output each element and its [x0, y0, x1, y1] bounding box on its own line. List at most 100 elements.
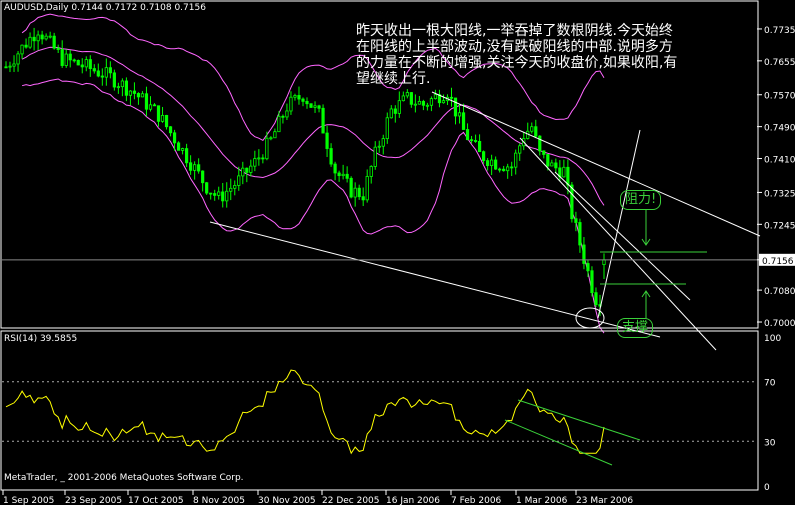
- candle-body: [393, 108, 397, 114]
- candle-body: [40, 34, 44, 40]
- candle-body: [530, 126, 534, 132]
- candle-body: [401, 95, 405, 102]
- price-tick-label: 0.7156: [762, 257, 794, 267]
- candle-body: [241, 167, 245, 177]
- candle-body: [313, 105, 317, 108]
- candle-body: [132, 90, 137, 94]
- rsi-title: RSI(14) 39.5855: [4, 334, 78, 344]
- candle-body: [168, 126, 173, 134]
- candle-body: [469, 139, 474, 142]
- candle-body: [325, 132, 329, 149]
- candle-body: [172, 132, 177, 144]
- candle-body: [185, 148, 189, 164]
- candle-body: [265, 137, 269, 160]
- candle-body: [421, 100, 425, 106]
- candle-body: [164, 114, 169, 128]
- candle-body: [12, 63, 16, 67]
- candle-body: [369, 166, 373, 177]
- time-label: 23 Mar 2006: [576, 496, 633, 505]
- resistance-label: 阻力!: [620, 190, 662, 210]
- candle-body: [120, 80, 124, 88]
- candle-body: [389, 108, 393, 119]
- candle-body: [353, 187, 357, 198]
- candle-body: [16, 53, 20, 65]
- candle-body: [329, 148, 333, 165]
- candle-body: [498, 168, 502, 171]
- candle-body: [261, 157, 265, 160]
- rsi-pane: [2, 369, 757, 466]
- candle-body: [574, 218, 578, 223]
- candle-body: [433, 94, 438, 100]
- candle-body: [490, 159, 494, 167]
- candle-body: [586, 263, 590, 272]
- price-tick-label: 0.7655: [764, 58, 795, 68]
- candle-body: [293, 95, 297, 98]
- candle-body: [237, 175, 241, 186]
- candle-body: [337, 172, 341, 177]
- candle-body: [289, 96, 293, 112]
- candle-body: [197, 164, 201, 172]
- candle-body: [80, 64, 84, 68]
- rsi-channel-upper: [517, 399, 641, 441]
- candle-body: [413, 103, 417, 106]
- analysis-note: 昨天收出一根大阳线,一举吞掉了数根阴线.今天始终在阳线的上半部波动,没有跌破阳线…: [356, 23, 678, 87]
- candle-body: [542, 150, 546, 155]
- candle-body: [285, 110, 289, 118]
- candle-body: [72, 59, 76, 62]
- candle-body: [52, 35, 56, 49]
- candle-body: [486, 160, 490, 167]
- price-tick-label: 0.7245: [764, 221, 795, 231]
- candle-body: [477, 141, 482, 153]
- candle-body: [277, 115, 281, 133]
- candle-body: [233, 185, 237, 189]
- chart-title: AUDUSD,Daily 0.7144 0.7172 0.7108 0.7156: [4, 3, 206, 13]
- candle-body: [510, 166, 514, 169]
- candle-body: [397, 100, 401, 114]
- rsi-line: [5, 369, 605, 455]
- candle-body: [377, 145, 381, 148]
- candle-body: [473, 140, 478, 142]
- candle-body: [88, 59, 92, 69]
- candle-body: [229, 187, 233, 192]
- candle-body: [84, 59, 88, 68]
- rsi-level-label: 30: [764, 438, 776, 448]
- candle-body: [64, 53, 68, 66]
- rsi-level-label: 70: [764, 379, 776, 389]
- candle-body: [465, 129, 470, 141]
- candle-body: [245, 167, 249, 173]
- candle-body: [481, 151, 486, 162]
- time-label: 30 Nov 2005: [258, 496, 316, 505]
- candle-body: [20, 44, 24, 55]
- time-label: 1 Mar 2006: [516, 496, 568, 505]
- candle-body: [357, 187, 361, 198]
- candle-body: [56, 47, 60, 50]
- candle-body: [321, 107, 325, 134]
- rsi-channel-lower: [504, 419, 613, 466]
- candle-body: [108, 67, 112, 74]
- candle-body: [441, 100, 446, 104]
- candle-body: [453, 97, 458, 117]
- upper-trendline: [431, 91, 761, 237]
- price-tick-label: 0.7490: [764, 124, 795, 134]
- candle-body: [116, 86, 120, 89]
- candle-body: [28, 36, 32, 48]
- candle-body: [341, 173, 345, 177]
- candle-body: [148, 104, 153, 110]
- candle-body: [373, 146, 377, 167]
- candle-body: [494, 159, 498, 170]
- candle-body: [333, 163, 337, 174]
- rsi-level-label: 0: [764, 483, 770, 493]
- candle-body: [76, 60, 80, 66]
- candle-body: [381, 138, 385, 147]
- candle-body: [429, 98, 434, 106]
- time-label: 7 Feb 2006: [451, 496, 502, 505]
- candle-body: [140, 93, 145, 98]
- candle-body: [562, 166, 566, 178]
- price-tick-label: 0.7325: [764, 189, 795, 199]
- candle-body: [68, 53, 72, 61]
- candle-body: [144, 93, 149, 110]
- candle-body: [305, 100, 309, 105]
- candle-body: [209, 192, 213, 195]
- candle-body: [128, 90, 133, 96]
- candle-body: [590, 270, 594, 294]
